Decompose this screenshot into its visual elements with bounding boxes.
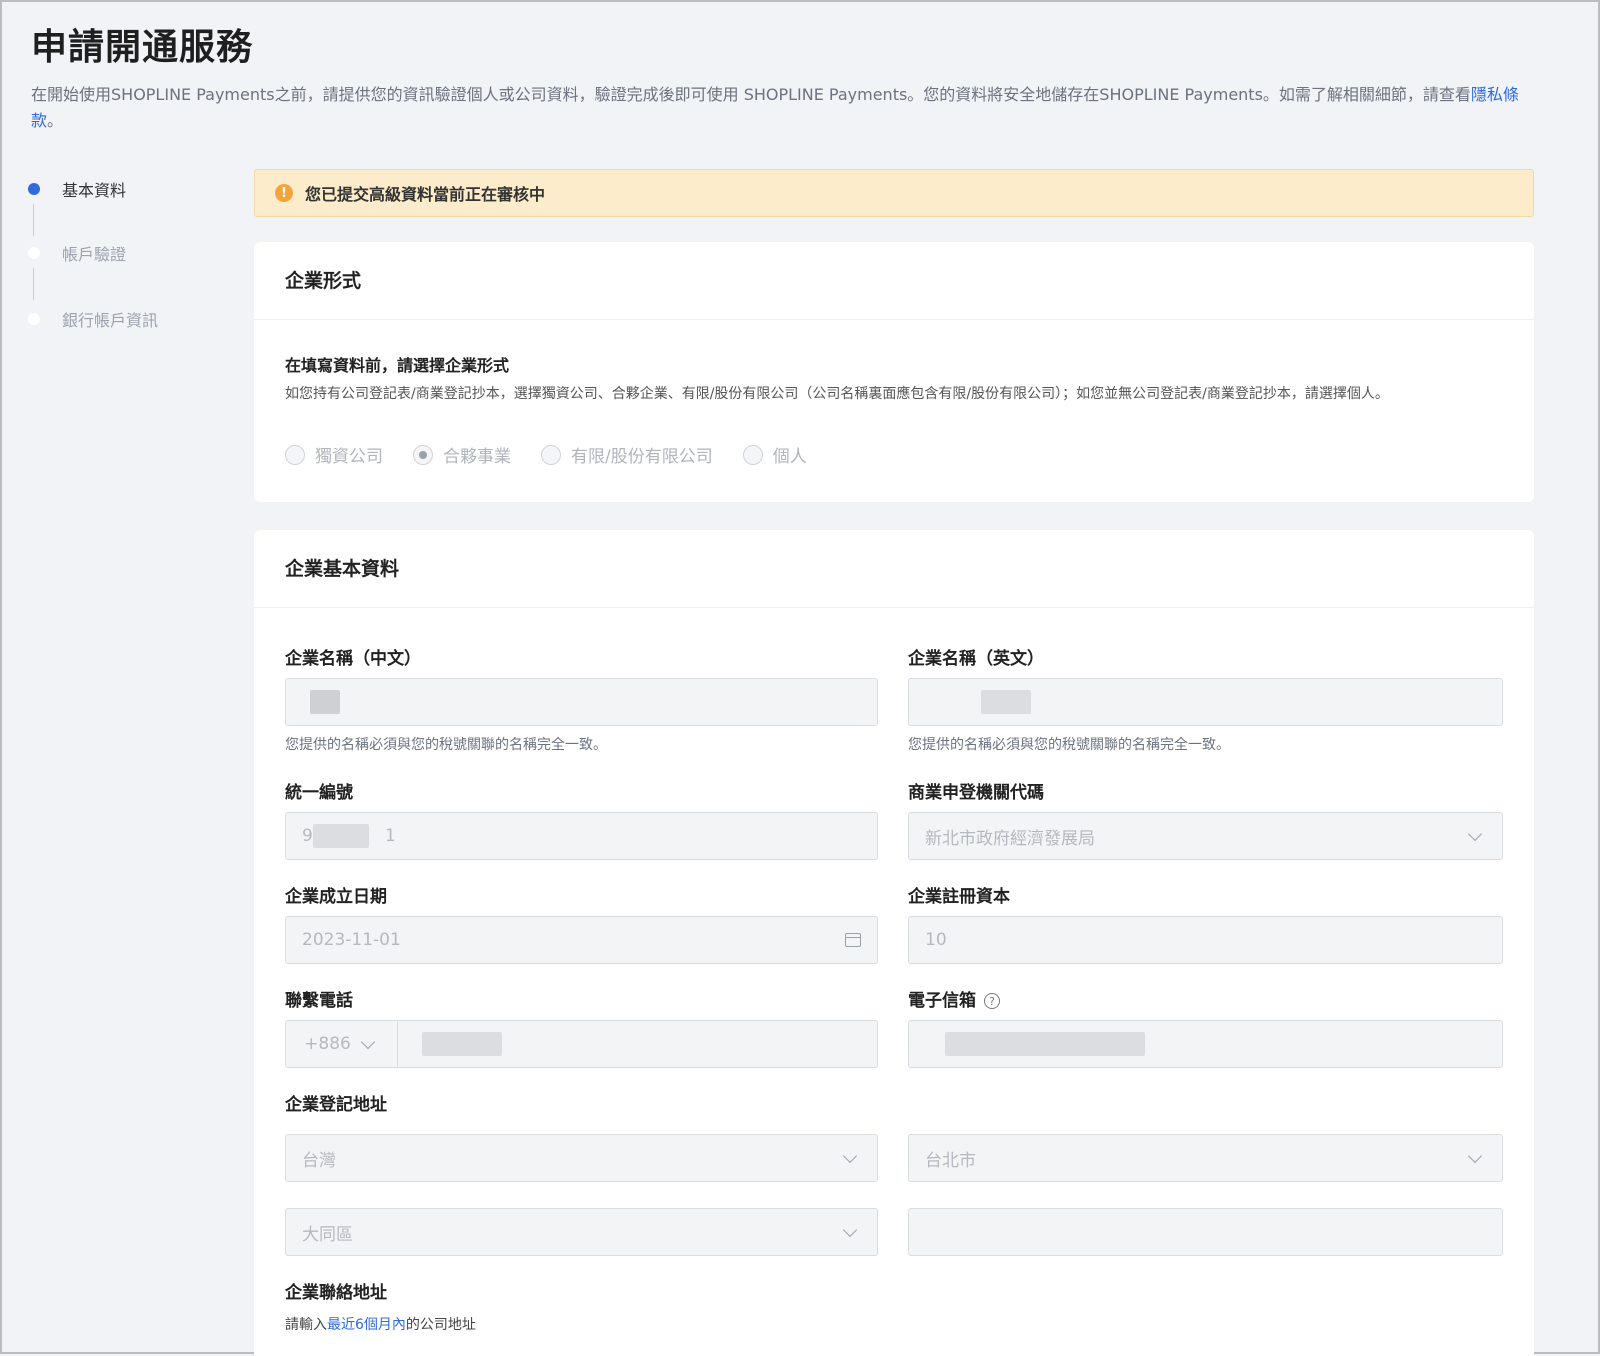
redacted-value xyxy=(310,690,340,714)
phone-number-input[interactable] xyxy=(398,1021,877,1067)
radio-circle[interactable] xyxy=(541,444,561,465)
redacted-value xyxy=(422,1032,502,1056)
registered-capital-value: 10 xyxy=(925,930,947,950)
step-connector xyxy=(33,268,34,300)
chevron-down-icon xyxy=(842,1148,858,1163)
redacted-value xyxy=(312,824,369,848)
authority-code-value: 新北市政府經濟發展局 xyxy=(925,828,1095,849)
city-value: 台北市 xyxy=(925,1150,976,1171)
district-select[interactable]: 大同區 xyxy=(285,1208,878,1256)
card-title: 企業形式 xyxy=(254,242,1534,320)
authority-code-label: 商業申登機關代碼 xyxy=(908,783,1044,803)
registered-capital-input[interactable]: 10 xyxy=(908,916,1503,964)
tax-id-label: 統一編號 xyxy=(285,783,353,803)
email-label-text: 電子信箱 xyxy=(908,991,976,1011)
calendar-icon[interactable] xyxy=(845,933,861,947)
step-label: 銀行帳戶資訊 xyxy=(62,311,159,330)
radio-limited-company[interactable]: 有限/股份有限公司 xyxy=(541,442,713,467)
redacted-value xyxy=(945,1032,1145,1056)
chevron-down-icon xyxy=(1467,1148,1483,1163)
name-en-input[interactable] xyxy=(908,678,1503,726)
help-text: 的公司地址 xyxy=(405,1317,476,1333)
contact-address-label: 企業聯絡地址 xyxy=(285,1283,387,1303)
name-zh-input[interactable] xyxy=(285,678,878,726)
application-page: 申請開通服務 在開始使用SHOPLINE Payments之前，請提供您的資訊驗… xyxy=(2,2,1598,1356)
street-address-input[interactable] xyxy=(908,1208,1503,1256)
name-en-label: 企業名稱（英文） xyxy=(908,649,1044,669)
founded-date-value: 2023-11-01 xyxy=(302,930,401,950)
business-type-card: 企業形式 在填寫資料前，請選擇企業形式 如您持有公司登記表/商業登記抄本，選擇獨… xyxy=(254,242,1534,502)
help-text: 請輸入 xyxy=(285,1317,327,1333)
chevron-down-icon xyxy=(1467,826,1483,841)
step-dot xyxy=(28,247,40,259)
page-description: 在開始使用SHOPLINE Payments之前，請提供您的資訊驗證個人或公司資… xyxy=(31,82,1541,134)
radio-individual[interactable]: 個人 xyxy=(742,442,807,467)
step-label: 基本資料 xyxy=(62,181,127,200)
radio-circle-checked[interactable] xyxy=(413,444,433,465)
phone-input-group: +886 xyxy=(285,1020,878,1068)
registered-address-label: 企業登記地址 xyxy=(285,1095,387,1115)
radio-sole-proprietorship[interactable]: 獨資公司 xyxy=(285,442,383,467)
review-status-alert: ! 您已提交高級資料當前正在審核中 xyxy=(254,169,1534,217)
country-select[interactable]: 台灣 xyxy=(285,1134,878,1182)
radio-circle[interactable] xyxy=(285,444,305,465)
step-connector xyxy=(33,204,34,236)
name-zh-label: 企業名稱（中文） xyxy=(285,649,421,669)
chevron-down-icon xyxy=(360,1034,375,1049)
step-account-verification[interactable]: 帳戶驗證 xyxy=(28,240,126,266)
warning-icon: ! xyxy=(275,184,293,202)
tax-id-prefix: 9 xyxy=(302,826,313,846)
radio-partnership[interactable]: 合夥事業 xyxy=(413,442,511,467)
card-title: 企業基本資料 xyxy=(254,530,1534,608)
description-text: 在開始使用SHOPLINE Payments之前，請提供您的資訊驗證個人或公司資… xyxy=(31,85,1471,104)
step-bank-account[interactable]: 銀行帳戶資訊 xyxy=(28,306,158,332)
contact-address-help: 請輸入最近6個月內的公司地址 xyxy=(285,1314,476,1334)
name-en-help: 您提供的名稱必須與您的稅號關聯的名稱完全一致。 xyxy=(908,737,1230,753)
alert-text: 您已提交高級資料當前正在審核中 xyxy=(305,185,546,204)
email-input[interactable] xyxy=(908,1020,1503,1068)
step-basic-info[interactable]: 基本資料 xyxy=(28,176,126,202)
country-code-value: +886 xyxy=(304,1034,351,1054)
country-code-select[interactable]: +886 xyxy=(286,1021,398,1067)
radio-label: 獨資公司 xyxy=(315,447,383,467)
radio-label: 有限/股份有限公司 xyxy=(571,447,713,467)
radio-circle[interactable] xyxy=(742,444,763,465)
question-circle-icon[interactable]: ? xyxy=(984,993,1000,1009)
name-zh-help: 您提供的名稱必須與您的稅號關聯的名稱完全一致。 xyxy=(285,737,607,753)
registered-capital-label: 企業註冊資本 xyxy=(908,887,1010,907)
step-label: 帳戶驗證 xyxy=(62,245,127,264)
tax-id-input[interactable]: 91 xyxy=(285,812,878,860)
business-basic-info-card: 企業基本資料 企業名稱（中文） 您提供的名稱必須與您的稅號關聯的名稱完全一致。 … xyxy=(254,530,1534,1356)
description-suffix: 。 xyxy=(47,111,64,130)
email-label: 電子信箱? xyxy=(908,986,1000,1011)
business-type-radio-group: 獨資公司 合夥事業 有限/股份有限公司 個人 xyxy=(285,442,837,467)
recent-months-link: 最近6個月內 xyxy=(327,1317,406,1333)
phone-label: 聯繫電話 xyxy=(285,991,353,1011)
radio-label: 合夥事業 xyxy=(443,447,511,467)
founded-date-label: 企業成立日期 xyxy=(285,887,387,907)
page-title: 申請開通服務 xyxy=(31,27,254,68)
tax-id-suffix: 1 xyxy=(384,826,396,846)
business-type-help: 如您持有公司登記表/商業登記抄本，選擇獨資公司、合夥企業、有限/股份有限公司（公… xyxy=(285,386,1389,402)
country-value: 台灣 xyxy=(302,1150,336,1171)
founded-date-input[interactable]: 2023-11-01 xyxy=(285,916,878,964)
step-dot xyxy=(28,313,40,325)
city-select[interactable]: 台北市 xyxy=(908,1134,1503,1182)
authority-code-select[interactable]: 新北市政府經濟發展局 xyxy=(908,812,1503,860)
step-active-dot xyxy=(28,183,40,195)
business-type-question: 在填寫資料前，請選擇企業形式 xyxy=(285,356,510,375)
radio-label: 個人 xyxy=(772,447,807,467)
redacted-value xyxy=(981,690,1031,714)
chevron-down-icon xyxy=(842,1222,858,1237)
district-value: 大同區 xyxy=(302,1224,353,1245)
